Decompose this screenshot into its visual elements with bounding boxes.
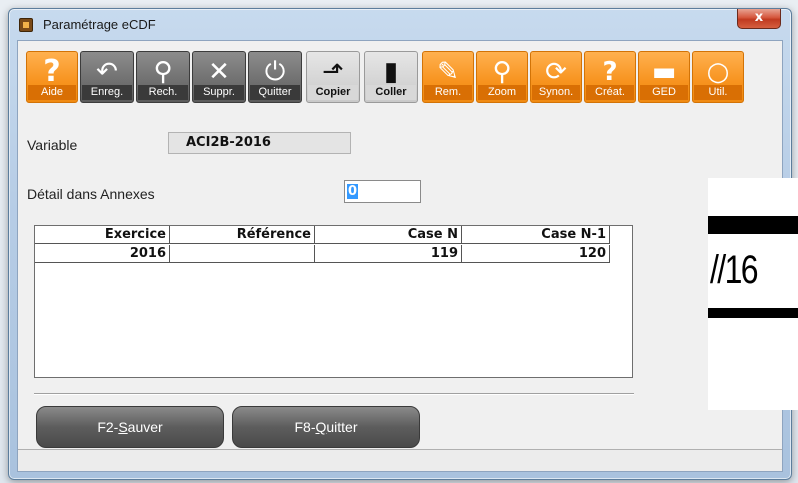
overlay-black-bar-bottom (708, 308, 798, 318)
delete-label: Suppr. (194, 85, 244, 100)
paste-label: Coller (366, 85, 416, 100)
variable-field: ACI2B-2016 (168, 132, 351, 154)
column-header-exercice[interactable]: Exercice (35, 226, 170, 244)
zoom-button[interactable]: ⚲ Zoom (476, 51, 528, 103)
synonym-button[interactable]: ⟳ Synon. (530, 51, 582, 103)
remark-button[interactable]: ✎ Rem. (422, 51, 474, 103)
search-icon: ⚲ (153, 57, 173, 87)
overlay-text: //16 (710, 248, 759, 292)
toolbar: ? Aide ↶ Enreg. ⚲ Rech. ✕ Suppr. ⏻ Quitt… (24, 51, 784, 103)
save-button-hotkey: S (118, 419, 128, 435)
quit-toolbar-button[interactable]: ⏻ Quitter (248, 51, 302, 103)
copy-button[interactable]: ⬏ Copier (306, 51, 360, 103)
delete-button[interactable]: ✕ Suppr. (192, 51, 246, 103)
synonym-label: Synon. (532, 85, 580, 100)
ged-button[interactable]: ▬ GED (638, 51, 690, 103)
quit-button-rest: uitter (326, 419, 358, 435)
status-bar (18, 449, 782, 471)
sync-icon: ⟳ (545, 57, 567, 87)
app-icon (19, 18, 33, 32)
zoom-icon: ⚲ (492, 57, 512, 87)
main-window: Paramétrage eCDF x ? Aide ↶ Enreg. ⚲ Rec… (8, 8, 792, 480)
paste-button[interactable]: ▮ Coller (364, 51, 418, 103)
quit-button-hotkey: Q (315, 419, 327, 435)
search-button[interactable]: ⚲ Rech. (136, 51, 190, 103)
separator (34, 393, 634, 395)
ged-label: GED (640, 85, 688, 100)
settings-circles-icon: ○ (706, 57, 730, 87)
folder-icon: ▬ (651, 57, 677, 87)
cell-exercice[interactable]: 2016 (35, 245, 170, 263)
cell-reference[interactable] (170, 245, 315, 263)
create-button[interactable]: ? Créat. (584, 51, 636, 103)
save-button-rest: auver (127, 419, 163, 435)
client-area: ? Aide ↶ Enreg. ⚲ Rech. ✕ Suppr. ⏻ Quitt… (17, 40, 783, 472)
pencil-icon: ✎ (437, 57, 459, 87)
cell-case-n-1[interactable]: 120 (462, 245, 610, 263)
cell-case-n[interactable]: 119 (315, 245, 462, 263)
column-header-case-n-1[interactable]: Case N-1 (462, 226, 610, 244)
detail-annexes-label: Détail dans Annexes (27, 186, 155, 202)
annex-grid[interactable]: Exercice Référence Case N Case N-1 2016 … (34, 225, 633, 378)
detail-annexes-value: 0 (347, 184, 359, 199)
user-create-icon: ? (602, 57, 618, 87)
utilities-button[interactable]: ○ Util. (692, 51, 744, 103)
delete-x-icon: ✕ (208, 57, 230, 87)
paste-icon: ▮ (383, 57, 399, 87)
zoom-label: Zoom (478, 85, 526, 100)
power-icon: ⏻ (264, 57, 286, 87)
save-button-prefix: F2- (97, 419, 119, 435)
utilities-label: Util. (694, 85, 742, 100)
copy-label: Copier (308, 85, 358, 100)
column-header-case-n[interactable]: Case N (315, 226, 462, 244)
window-title: Paramétrage eCDF (43, 17, 156, 32)
overlay-fragment: //16 (708, 178, 798, 410)
overlay-black-bar-top (708, 216, 798, 234)
remark-label: Rem. (424, 85, 472, 100)
help-label: Aide (28, 85, 76, 100)
variable-label: Variable (27, 137, 78, 153)
help-button[interactable]: ? Aide (26, 51, 78, 103)
close-icon: x (754, 10, 764, 25)
question-mark-icon: ? (43, 54, 61, 89)
title-bar[interactable]: Paramétrage eCDF x (9, 9, 791, 39)
close-button[interactable]: x (737, 9, 781, 29)
undo-arrow-icon: ↶ (96, 57, 118, 87)
save-record-button[interactable]: ↶ Enreg. (80, 51, 134, 103)
detail-annexes-input[interactable]: 0 (344, 180, 421, 203)
create-label: Créat. (586, 85, 634, 100)
quit-button[interactable]: F8-Quitter (232, 406, 420, 448)
column-header-reference[interactable]: Référence (170, 226, 315, 244)
save-button[interactable]: F2-Sauver (36, 406, 224, 448)
search-label: Rech. (138, 85, 188, 100)
quit-button-prefix: F8- (294, 419, 316, 435)
copy-icon: ⬏ (322, 57, 344, 87)
quit-toolbar-label: Quitter (250, 85, 300, 100)
save-record-label: Enreg. (82, 85, 132, 100)
